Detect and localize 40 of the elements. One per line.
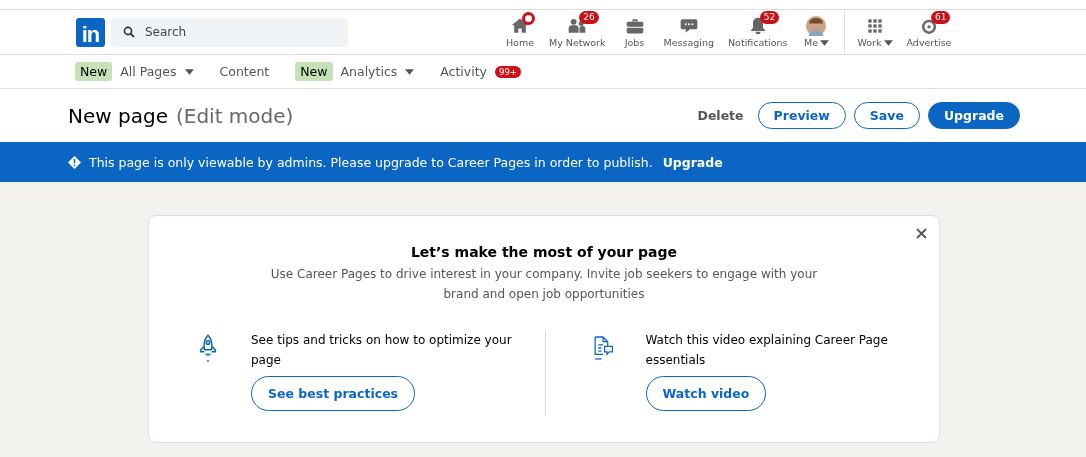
count-badge: 26 <box>579 11 599 24</box>
nav-item[interactable]: Messaging <box>656 10 721 54</box>
nav-item[interactable]: 52 Notifications <box>721 10 795 54</box>
tip-text: Watch this video explaining Career Page essentials <box>645 332 889 369</box>
card-title: Let’s make the most of your page <box>409 244 679 260</box>
close-icon[interactable] <box>916 228 927 239</box>
page-title: New page <box>68 103 168 128</box>
nav-item[interactable]: Home <box>498 10 542 54</box>
logo[interactable]: in <box>76 17 105 47</box>
nav-item[interactable]: Me <box>794 10 839 54</box>
briefcase-icon <box>624 16 645 36</box>
count-badge: 99+ <box>495 65 521 78</box>
subnav-tab[interactable]: Content <box>219 64 270 79</box>
nav-item[interactable]: Jobs <box>612 10 657 54</box>
avatar-icon <box>806 16 827 36</box>
upgrade-link[interactable]: Upgrade <box>662 154 723 170</box>
nav-item[interactable]: 61 Advertise <box>899 10 959 54</box>
tip-button[interactable]: See best practices <box>251 376 416 411</box>
nav-item[interactable]: Work <box>844 10 900 54</box>
count-badge: 61 <box>931 11 951 24</box>
tip-text: See tips and tricks on how to optimize your page <box>251 332 513 369</box>
action-button[interactable]: Upgrade <box>927 102 1020 129</box>
action-button[interactable]: Preview <box>757 102 846 129</box>
new-tag: New <box>295 62 333 81</box>
nav-item[interactable]: 26 My Network <box>542 10 613 54</box>
banner-message: This page is only viewable by admins. Please upgrade to Career Pages in order to publish. <box>89 154 653 170</box>
card-description: Use Career Pages to drive interest in your company. Invite job seekers to engage with your brand and open job opportunities <box>269 266 819 303</box>
rocket-icon <box>197 332 219 364</box>
tip-button[interactable]: Watch video <box>645 376 767 411</box>
new-tag: New <box>75 62 113 81</box>
page-subtitle: (Edit mode) <box>175 103 294 128</box>
subnav-tab[interactable]: Analytics <box>340 64 398 79</box>
count-badge: 52 <box>759 11 780 24</box>
action-button[interactable]: Delete <box>691 102 750 129</box>
subnav-tab[interactable]: Activity <box>440 64 487 79</box>
grid-icon <box>865 16 885 36</box>
alert-icon <box>68 155 81 169</box>
search-field[interactable]: Search <box>111 17 348 47</box>
action-button[interactable]: Save <box>853 102 920 129</box>
subnav-tab[interactable]: All Pages <box>120 64 177 79</box>
